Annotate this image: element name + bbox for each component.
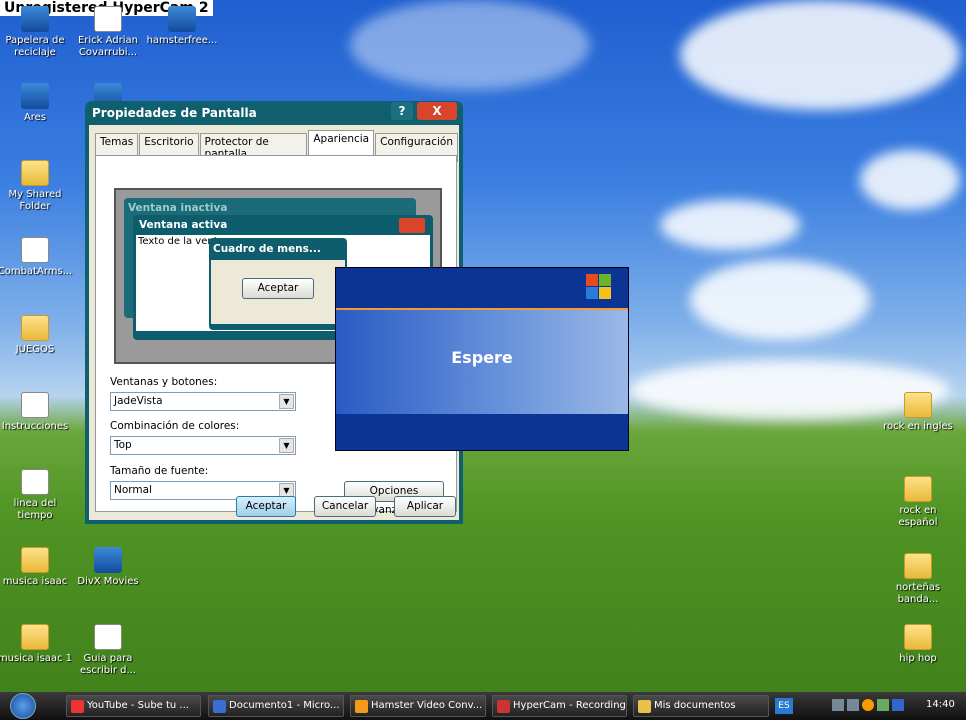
windows-logo-icon (586, 274, 612, 300)
desktop-icon[interactable]: JUEGOS (0, 315, 73, 356)
app-icon (21, 6, 49, 32)
desktop-icon[interactable]: musica isaac 1 (0, 624, 73, 665)
close-button[interactable]: X (417, 102, 457, 120)
doc-icon (21, 469, 49, 495)
folder-icon (904, 392, 932, 418)
desktop-icon[interactable]: rock en ingles (880, 392, 956, 433)
desktop-icon-label: CombatArms... (0, 266, 73, 277)
color-scheme-label: Combinación de colores: (110, 420, 240, 432)
app-icon (168, 6, 196, 32)
taskbar-item-hamster[interactable]: Hamster Video Conv... (350, 695, 486, 717)
desktop-icon[interactable]: Erick Adrian Covarrubi... (70, 6, 146, 59)
doc-icon (21, 392, 49, 418)
desktop-icon-label: DivX Movies (77, 576, 139, 587)
desktop-icon[interactable]: musica isaac (0, 547, 73, 588)
splash-text: Espere (451, 348, 513, 367)
taskbar-item-hypercam[interactable]: HyperCam - Recording (492, 695, 627, 717)
desktop-icon-label: musica isaac 1 (0, 653, 73, 664)
desktop-icon[interactable]: hamsterfree... (144, 6, 220, 47)
folder-icon (21, 160, 49, 186)
preview-message-box: Cuadro de mens... Aceptar (209, 238, 347, 330)
windows-buttons-label: Ventanas y botones: (110, 376, 218, 388)
please-wait-splash: Espere (335, 267, 629, 451)
folder-icon (904, 624, 932, 650)
chevron-down-icon: ▼ (279, 394, 294, 409)
desktop-icon-label: Papelera de reciclaje (5, 35, 65, 58)
desktop-icon-label: norteñas banda... (895, 582, 941, 605)
desktop-icon[interactable]: norteñas banda... (880, 553, 956, 606)
windows-buttons-select[interactable]: JadeVista ▼ (110, 392, 296, 411)
start-button[interactable] (10, 693, 36, 719)
clock: 14:40 (926, 699, 955, 710)
folder-icon (21, 315, 49, 341)
desktop-icon-label: Guia para escribir d... (79, 653, 137, 676)
desktop-icon[interactable]: rock en español (880, 476, 956, 529)
desktop-icon[interactable]: DivX Movies (70, 547, 146, 588)
color-scheme-select[interactable]: Top ▼ (110, 436, 296, 455)
taskbar-item-mis-documentos[interactable]: Mis documentos (633, 695, 769, 717)
apply-button[interactable]: Aplicar (394, 496, 456, 517)
desktop-icon[interactable]: Ares (0, 83, 73, 124)
folder-icon (21, 624, 49, 650)
desktop-icon-label: JUEGOS (15, 344, 55, 355)
cancel-button[interactable]: Cancelar (314, 496, 376, 517)
desktop-icon[interactable]: hip hop (880, 624, 956, 665)
folder-icon (904, 476, 932, 502)
taskbar-item-youtube[interactable]: YouTube - Sube tu ... (66, 695, 201, 717)
desktop-icon-label: hip hop (899, 653, 937, 664)
desktop-icon-label: Instrucciones (1, 421, 69, 432)
doc-icon (94, 624, 122, 650)
ok-button[interactable]: Aceptar (236, 496, 296, 517)
desktop-icon-label: musica isaac (2, 576, 68, 587)
taskbar: YouTube - Sube tu ... Documento1 - Micro… (0, 692, 966, 720)
desktop-icon[interactable]: Instrucciones (0, 392, 73, 433)
desktop-icon[interactable]: My Shared Folder (0, 160, 73, 213)
taskbar-item-documento1[interactable]: Documento1 - Micro... (208, 695, 344, 717)
desktop-icon-label: rock en ingles (883, 421, 953, 432)
desktop-icon-label: rock en español (898, 505, 938, 528)
folder-icon (904, 553, 932, 579)
dialog-title: Propiedades de Pantalla (92, 106, 257, 120)
desktop-icon-label: My Shared Folder (8, 189, 62, 212)
language-indicator[interactable]: ES (775, 698, 793, 714)
doc-icon (21, 237, 49, 263)
desktop-icon[interactable]: Guia para escribir d... (70, 624, 146, 677)
app-icon (94, 547, 122, 573)
folder-icon (21, 547, 49, 573)
system-tray-icons[interactable] (832, 699, 922, 713)
desktop-icon[interactable]: linea del tiempo (0, 469, 73, 522)
doc-icon (94, 6, 122, 32)
desktop-icon-label: Ares (23, 112, 47, 123)
app-icon (21, 83, 49, 109)
font-size-label: Tamaño de fuente: (110, 465, 209, 477)
desktop-icon-label: hamsterfree... (146, 35, 218, 46)
desktop-icon-label: linea del tiempo (13, 498, 57, 521)
desktop-icon[interactable]: Papelera de reciclaje (0, 6, 73, 59)
preview-ok-button: Aceptar (242, 278, 314, 299)
desktop-icon[interactable]: CombatArms... (0, 237, 73, 278)
help-button[interactable]: ? (391, 102, 413, 120)
chevron-down-icon: ▼ (279, 438, 294, 453)
desktop-icon-label: Erick Adrian Covarrubi... (77, 35, 139, 58)
